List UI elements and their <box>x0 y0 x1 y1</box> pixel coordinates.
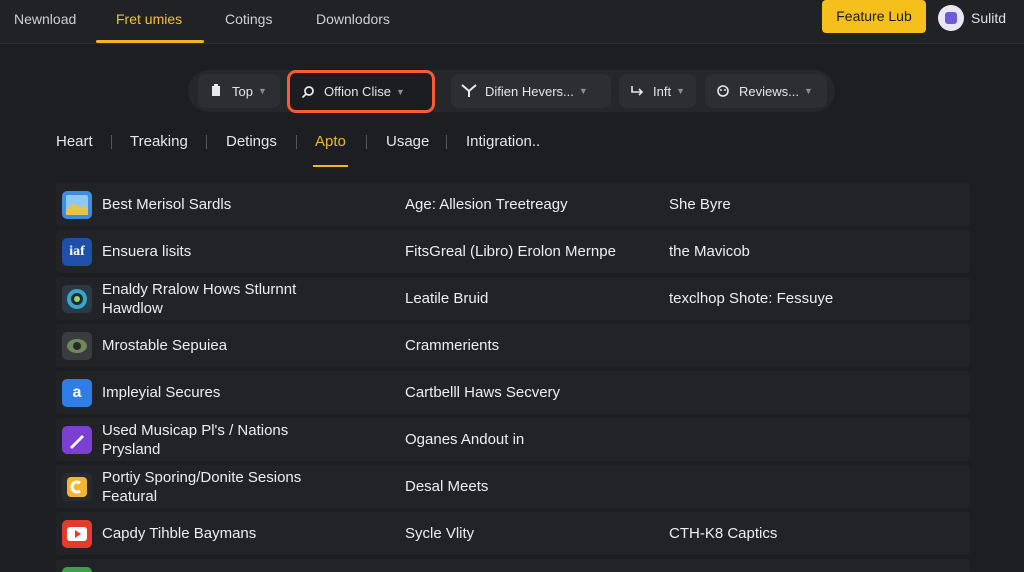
chevron-down-icon: ▼ <box>676 86 685 96</box>
tag-icon <box>208 83 224 99</box>
app-detail: Leatile Bruid <box>405 290 489 307</box>
nav-item-downlodors[interactable]: Downlodors <box>316 0 390 42</box>
eye-app-icon <box>62 332 92 360</box>
app-name: Capdy Tihble Baymans <box>102 525 257 542</box>
list-item[interactable]: Capdy Tihble Baymans Sycle Vlity CTH-K8 … <box>56 512 970 555</box>
filter-reviews[interactable]: Reviews... ▼ <box>705 74 827 108</box>
return-icon <box>629 83 645 99</box>
list-item[interactable]: Used Musicap Pl's / Nations Prysland Oga… <box>56 418 970 461</box>
app-name: Mrostable Sepuiea <box>102 337 228 354</box>
list-item[interactable]: Mrostable Sepuiea Crammerients <box>56 324 970 367</box>
app-detail: Desal Meets <box>405 478 489 495</box>
filter-icon <box>461 83 477 99</box>
chevron-down-icon: ▼ <box>578 86 588 96</box>
tab-divider <box>296 135 297 149</box>
image-app-icon <box>62 191 92 219</box>
active-nav-indicator <box>96 40 204 43</box>
filter-difien[interactable]: Difien Hevers... ▼ <box>451 74 611 108</box>
app-name: Impleyial Secures <box>102 384 221 401</box>
list-item[interactable] <box>56 559 970 572</box>
tab-divider <box>111 135 112 149</box>
app-extra: She Byre <box>669 196 731 213</box>
filter-search[interactable]: Offion Clise ▼ <box>287 70 435 113</box>
filter-difien-label: Difien Hevers... <box>485 83 574 99</box>
list-item[interactable]: a Impleyial Secures Cartbelll Haws Secve… <box>56 371 970 414</box>
top-navigation-bar: Newnload Fret umies Cotings Downlodors F… <box>0 0 1024 44</box>
filter-top-label: Top <box>232 83 253 99</box>
chevron-down-icon: ▼ <box>803 86 813 96</box>
avatar-icon <box>945 12 957 24</box>
user-menu[interactable]: Sulitd <box>938 5 1006 31</box>
tab-intigration[interactable]: Intigration.. <box>466 128 540 158</box>
iaf-app-icon: iaf <box>62 238 92 266</box>
partial-app-icon <box>62 567 92 572</box>
list-item[interactable]: Enaldy Rralow Hows Stlurnnt Hawdlow Leat… <box>56 277 970 320</box>
tab-apto[interactable]: Apto <box>315 128 346 158</box>
a-app-icon: a <box>62 379 92 407</box>
list-item[interactable]: Portiy Sporing/Donite Sesions Featural D… <box>56 465 970 508</box>
app-name: Best Merisol Sardls <box>102 196 232 213</box>
app-detail: Age: Allesion Treetreagy <box>405 196 568 213</box>
tab-divider <box>366 135 367 149</box>
nav-item-cotings[interactable]: Cotings <box>225 0 272 42</box>
app-extra: CTH-K8 Captics <box>669 525 778 542</box>
app-name: Enaldy Rralow Hows Stlurnnt Hawdlow <box>102 281 297 317</box>
filter-reviews-label: Reviews... <box>739 83 799 99</box>
list-item[interactable]: iaf Ensuera lisits FitsGreal (Libro) Ero… <box>56 230 970 273</box>
user-name: Sulitd <box>971 10 1007 26</box>
list-item[interactable]: Best Merisol Sardls Age: Allesion Treetr… <box>56 183 970 226</box>
play-app-icon <box>62 520 92 548</box>
tab-treaking[interactable]: Treaking <box>130 128 188 158</box>
tab-divider <box>446 135 447 149</box>
app-name: Portiy Sporing/Donite Sesions Featural <box>102 469 302 505</box>
chevron-down-icon: ▼ <box>395 86 405 97</box>
c-app-icon <box>62 473 92 501</box>
active-tab-indicator <box>313 165 348 167</box>
filter-inft[interactable]: Inft ▼ <box>619 74 696 108</box>
app-extra: the Mavicob <box>669 243 750 260</box>
tab-usage[interactable]: Usage <box>386 128 429 158</box>
avatar[interactable] <box>938 5 964 31</box>
app-detail: FitsGreal (Libro) Erolon Mernpe <box>405 243 616 260</box>
reviews-icon <box>715 83 731 99</box>
filter-top[interactable]: Top ▼ <box>198 74 280 108</box>
app-name: Used Musicap Pl's / Nations Prysland <box>102 422 289 458</box>
filter-inft-label: Inft <box>653 83 672 99</box>
app-detail: Cartbelll Haws Secvery <box>405 384 561 401</box>
app-detail: Sycle Vlity <box>405 525 475 542</box>
feature-lub-button[interactable]: Feature Lub <box>822 0 926 33</box>
app-extra: texclhop Shote: Fessuye <box>669 290 834 307</box>
pen-app-icon <box>62 426 92 454</box>
app-name: Ensuera lisits <box>102 243 192 260</box>
filter-search-label: Offion Clise <box>324 84 391 99</box>
tab-heart[interactable]: Heart <box>56 128 93 158</box>
tab-detings[interactable]: Detings <box>226 128 277 158</box>
circle-app-icon <box>62 285 92 313</box>
tab-divider <box>206 135 207 149</box>
app-detail: Oganes Andout in <box>405 431 525 448</box>
chevron-down-icon: ▼ <box>257 86 267 96</box>
nav-item-fret-umies[interactable]: Fret umies <box>116 0 182 42</box>
app-detail: Crammerients <box>405 337 500 354</box>
search-icon <box>300 84 316 100</box>
nav-item-newnload[interactable]: Newnload <box>14 0 76 42</box>
